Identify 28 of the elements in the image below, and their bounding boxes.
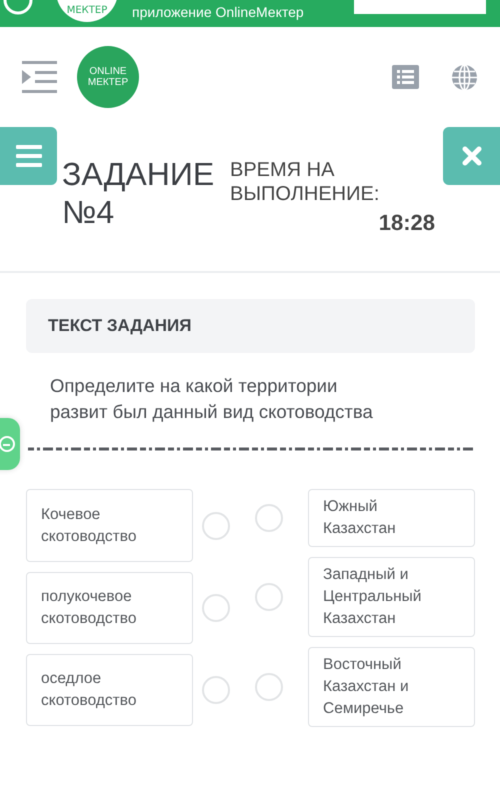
radio-button[interactable] [202,676,230,704]
logo: МЕКТЕР [56,0,118,22]
answer-option: Южный Казахстан [308,489,475,547]
chat-icon [0,435,16,453]
answer-option: Западный и Центральный Казахстан [308,557,475,637]
radio-button[interactable] [255,504,283,532]
question-text: Определите на какой территории развит был данный вид скотоводства [49,374,374,424]
menu-icon[interactable] [22,61,57,93]
banner-text: приложение OnlineМектер [132,4,304,21]
answer-option: Кочевое скотоводство [26,489,193,562]
timer: 18:28 [378,210,435,236]
menu-button[interactable] [0,127,57,185]
radio-button[interactable] [255,673,283,701]
radio-button[interactable] [202,512,230,540]
close-icon [462,146,482,166]
radio-button[interactable] [202,594,230,622]
logo[interactable]: ONLINE МЕКТЕР [77,46,139,108]
answer-option: полукочевое скотоводство [26,572,193,644]
answer-option: оседлое скотоводство [26,654,193,726]
time-label: ВРЕМЯ НА ВЫПОЛНЕНИЕ: [230,158,380,206]
task-title: ЗАДАНИЕ №4 [62,155,216,231]
radio-button[interactable] [255,583,283,611]
answer-option: Восточный Казахстан и Семиречье [308,647,475,727]
section-heading: ТЕКСТ ЗАДАНИЯ [26,299,475,353]
list-icon[interactable] [392,65,419,89]
globe-icon[interactable] [451,64,478,90]
menu-icon [16,145,42,167]
close-button[interactable] [443,127,500,185]
